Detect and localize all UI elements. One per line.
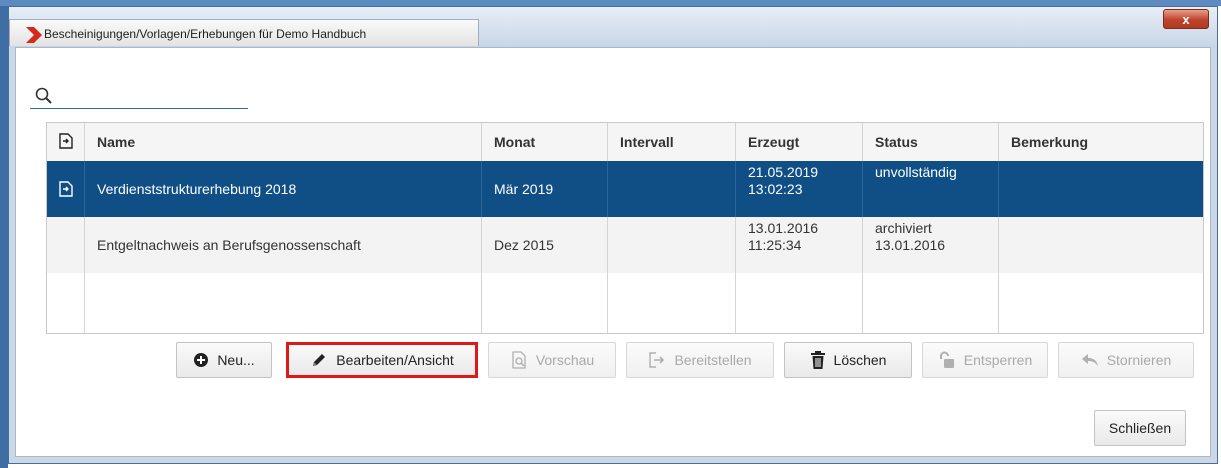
cell-monat: Mär 2019 bbox=[482, 161, 608, 217]
pencil-icon bbox=[313, 354, 326, 366]
documents-table: Name Monat Intervall Erzeugt Status Beme… bbox=[46, 122, 1204, 334]
title-tab: Bescheinigungen/Vorlagen/Erhebungen für … bbox=[9, 19, 479, 46]
cell-bemerkung bbox=[999, 217, 1203, 273]
column-header-name[interactable]: Name bbox=[85, 123, 482, 161]
empty-cell bbox=[736, 273, 863, 333]
export-icon bbox=[649, 352, 665, 368]
plus-circle-icon bbox=[194, 353, 209, 367]
cell-status-line1: archiviert bbox=[875, 220, 932, 236]
close-button[interactable]: Schließen bbox=[1094, 410, 1186, 446]
cell-erzeugt-time: 13:02:23 bbox=[748, 181, 803, 197]
window-title: Bescheinigungen/Vorlagen/Erhebungen für … bbox=[44, 27, 367, 41]
provide-button[interactable]: Bereitstellen bbox=[626, 342, 774, 378]
search-box[interactable] bbox=[30, 84, 248, 109]
unlock-button-label: Entsperren bbox=[963, 352, 1033, 368]
row-icon-cell bbox=[47, 217, 85, 273]
cell-status-line1: unvollständig bbox=[875, 164, 957, 180]
new-button-label: Neu... bbox=[217, 352, 255, 368]
cell-status: archiviert 13.01.2016 bbox=[863, 217, 999, 273]
cell-erzeugt-time: 11:25:34 bbox=[748, 237, 802, 253]
cell-erzeugt: 13.01.2016 11:25:34 bbox=[736, 217, 863, 273]
cell-intervall bbox=[608, 161, 736, 217]
cancel-button-label: Stornieren bbox=[1106, 352, 1172, 368]
unlock-icon bbox=[939, 351, 954, 368]
header-icon-cell bbox=[47, 123, 85, 161]
empty-cell bbox=[863, 273, 999, 333]
edit-view-button[interactable]: Bearbeiten/Ansicht bbox=[286, 342, 478, 378]
document-export-icon bbox=[59, 181, 73, 197]
cell-intervall bbox=[608, 217, 736, 273]
cancel-button[interactable]: Stornieren bbox=[1058, 342, 1194, 378]
empty-cell bbox=[608, 273, 736, 333]
unlock-button[interactable]: Entsperren bbox=[922, 342, 1048, 378]
edit-view-button-label: Bearbeiten/Ansicht bbox=[336, 352, 454, 368]
preview-button[interactable]: Vorschau bbox=[488, 342, 616, 378]
close-button-label: Schließen bbox=[1108, 420, 1172, 436]
new-button[interactable]: Neu... bbox=[176, 342, 272, 378]
cell-status: unvollständig bbox=[863, 161, 999, 217]
search-input[interactable] bbox=[54, 86, 248, 106]
provide-button-label: Bereitstellen bbox=[674, 352, 752, 368]
cell-monat: Dez 2015 bbox=[482, 217, 608, 273]
dialog-window: Bescheinigungen/Vorlagen/Erhebungen für … bbox=[8, 6, 1218, 464]
cell-erzeugt-date: 21.05.2019 bbox=[748, 164, 819, 180]
column-header-status[interactable]: Status bbox=[863, 123, 999, 161]
trash-icon bbox=[810, 351, 825, 369]
app-logo-icon bbox=[26, 27, 42, 43]
empty-cell bbox=[482, 273, 608, 333]
table-header: Name Monat Intervall Erzeugt Status Beme… bbox=[47, 123, 1203, 162]
column-header-intervall[interactable]: Intervall bbox=[608, 123, 736, 161]
cell-erzeugt-date: 13.01.2016 bbox=[748, 220, 819, 236]
document-export-icon bbox=[59, 133, 73, 149]
delete-button[interactable]: Löschen bbox=[784, 342, 912, 378]
cell-bemerkung bbox=[999, 161, 1203, 217]
reply-arrow-icon bbox=[1081, 354, 1098, 366]
preview-button-label: Vorschau bbox=[535, 352, 595, 368]
table-row-empty bbox=[47, 273, 1203, 333]
cell-name: Entgeltnachweis an Berufsgenossenschaft bbox=[85, 217, 482, 273]
column-header-monat[interactable]: Monat bbox=[482, 123, 608, 161]
column-header-bemerkung[interactable]: Bemerkung bbox=[999, 123, 1203, 161]
preview-document-icon bbox=[512, 351, 526, 369]
cell-name: Verdienststrukturerhebung 2018 bbox=[85, 161, 482, 217]
cell-status-line2: 13.01.2016 bbox=[875, 237, 946, 253]
dialog-content: Name Monat Intervall Erzeugt Status Beme… bbox=[15, 47, 1211, 457]
search-icon bbox=[35, 87, 52, 104]
cell-erzeugt: 21.05.2019 13:02:23 bbox=[736, 161, 863, 217]
title-bar: Bescheinigungen/Vorlagen/Erhebungen für … bbox=[9, 7, 1217, 47]
empty-cell bbox=[999, 273, 1203, 333]
row-icon-cell bbox=[47, 161, 85, 217]
table-row[interactable]: Entgeltnachweis an Berufsgenossenschaft … bbox=[47, 217, 1203, 273]
column-header-erzeugt[interactable]: Erzeugt bbox=[736, 123, 863, 161]
close-window-button[interactable]: x bbox=[1163, 9, 1209, 29]
delete-button-label: Löschen bbox=[833, 352, 887, 368]
desktop-background bbox=[0, 0, 8, 468]
empty-cell bbox=[85, 273, 482, 333]
table-row[interactable]: Verdienststrukturerhebung 2018 Mär 2019 … bbox=[47, 161, 1203, 217]
empty-cell bbox=[47, 273, 85, 333]
